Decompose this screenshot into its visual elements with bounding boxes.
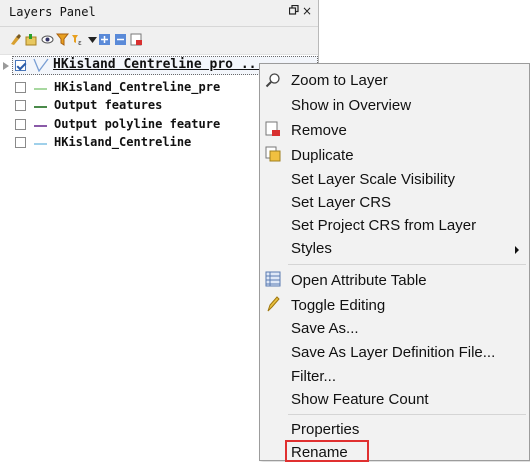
line-symbol-icon xyxy=(34,106,47,108)
menu-separator xyxy=(288,414,526,415)
line-symbol-icon xyxy=(34,125,47,127)
add-group-icon[interactable] xyxy=(25,33,38,46)
menu-item-open-attribute-table[interactable]: Open Attribute Table xyxy=(291,272,427,289)
menu-item-toggle-editing[interactable]: Toggle Editing xyxy=(291,297,385,314)
menu-item-properties[interactable]: Properties xyxy=(291,421,359,438)
filter-icon[interactable] xyxy=(56,33,69,46)
layer-visibility-checkbox[interactable] xyxy=(15,119,26,130)
menu-separator xyxy=(288,264,526,265)
submenu-arrow-icon xyxy=(515,246,519,254)
eye-icon[interactable] xyxy=(41,33,54,46)
collapse-all-icon[interactable] xyxy=(114,33,127,46)
menu-item-styles[interactable]: Styles xyxy=(291,240,332,257)
menu-item-set-layer-scale-visibility[interactable]: Set Layer Scale Visibility xyxy=(291,171,455,188)
layer-name: HKisland_Centreline_pre xyxy=(54,80,221,94)
expand-all-icon[interactable] xyxy=(98,33,111,46)
layer-visibility-checkbox[interactable] xyxy=(15,100,26,111)
menu-item-show-feature-count[interactable]: Show Feature Count xyxy=(291,391,429,408)
remove-icon xyxy=(265,121,280,136)
zoom-icon xyxy=(265,73,280,88)
menu-item-set-project-crs[interactable]: Set Project CRS from Layer xyxy=(291,217,476,234)
table-icon xyxy=(265,271,281,287)
pencil-icon xyxy=(267,296,280,312)
style-brush-icon[interactable] xyxy=(9,33,22,46)
close-icon[interactable]: × xyxy=(302,4,312,18)
expand-arrow-icon[interactable] xyxy=(3,62,9,70)
context-menu: Zoom to Layer Show in Overview Remove Du… xyxy=(259,63,530,462)
layer-visibility-checkbox[interactable] xyxy=(15,60,26,71)
duplicate-icon xyxy=(265,146,281,162)
layer-name: HKisland_Centreline xyxy=(54,135,192,149)
menu-item-zoom-to-layer[interactable]: Zoom to Layer xyxy=(291,72,388,89)
layer-visibility-checkbox[interactable] xyxy=(15,82,26,93)
filter-legend-icon[interactable]: ε xyxy=(71,33,84,46)
layer-visibility-checkbox[interactable] xyxy=(15,137,26,148)
menu-item-save-as-layer-definition[interactable]: Save As Layer Definition File... xyxy=(291,344,495,361)
layer-name: HKisland Centreline pro ... xyxy=(53,57,265,72)
menu-item-save-as[interactable]: Save As... xyxy=(291,320,359,337)
panel-header: Layers Panel × xyxy=(0,0,318,27)
menu-item-show-in-overview[interactable]: Show in Overview xyxy=(291,97,411,114)
line-symbol-icon xyxy=(33,58,49,72)
menu-item-filter[interactable]: Filter... xyxy=(291,368,336,385)
menu-item-remove[interactable]: Remove xyxy=(291,122,347,139)
menu-item-set-layer-crs[interactable]: Set Layer CRS xyxy=(291,194,391,211)
remove-layer-icon[interactable] xyxy=(130,33,143,46)
line-symbol-icon xyxy=(34,143,47,145)
panel-title: Layers Panel xyxy=(9,5,96,19)
svg-text:ε: ε xyxy=(78,39,82,46)
layer-name: Output polyline feature xyxy=(54,117,221,131)
layers-toolbar: ε xyxy=(0,27,318,55)
menu-item-rename[interactable]: Rename xyxy=(291,444,348,461)
restore-icon[interactable] xyxy=(288,4,299,18)
layer-name: Output features xyxy=(54,98,163,112)
menu-item-duplicate[interactable]: Duplicate xyxy=(291,147,354,164)
line-symbol-icon xyxy=(34,88,47,90)
